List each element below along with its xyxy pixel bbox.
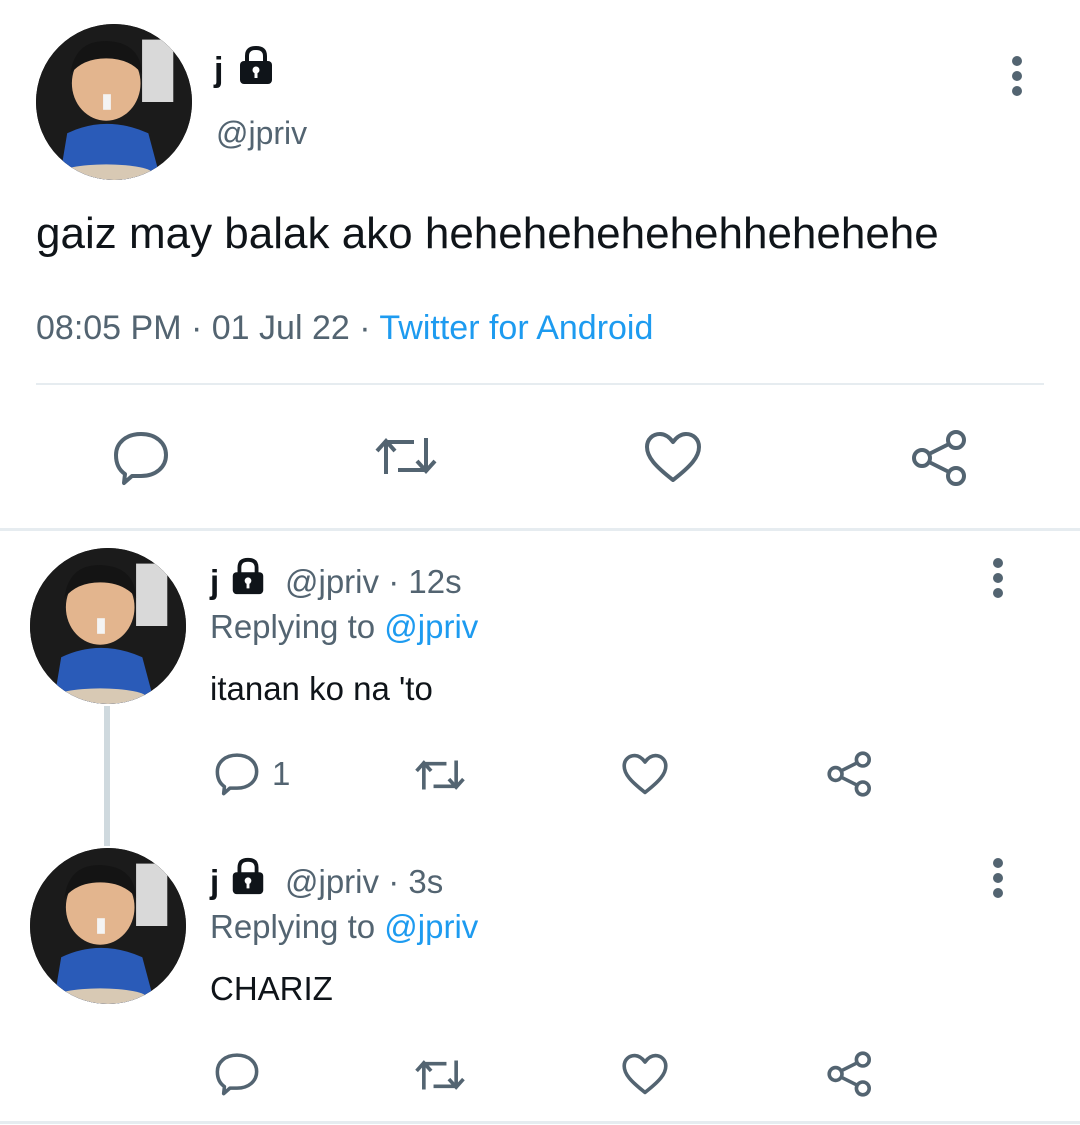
replying-to-label: Replying to bbox=[210, 608, 376, 645]
tweet-text: gaiz may balak ako hehehehehehehhehehehe bbox=[36, 209, 939, 258]
display-name: j bbox=[210, 863, 220, 900]
divider bbox=[0, 1121, 1080, 1124]
like-icon[interactable] bbox=[621, 1052, 669, 1096]
more-options-icon[interactable] bbox=[986, 858, 1010, 902]
tweet-date: 01 Jul 22 bbox=[211, 309, 350, 347]
meta-separator: · bbox=[388, 863, 400, 900]
like-icon[interactable] bbox=[621, 752, 669, 796]
reply-text: CHARIZ bbox=[210, 970, 333, 1007]
lock-icon bbox=[228, 556, 268, 596]
like-icon[interactable] bbox=[643, 430, 703, 484]
reply-text: itanan ko na 'to bbox=[210, 670, 433, 707]
timestamp: 12s bbox=[408, 563, 462, 600]
share-icon[interactable] bbox=[910, 428, 970, 488]
more-options-icon[interactable] bbox=[986, 558, 1010, 602]
reply-count: 1 bbox=[272, 755, 291, 792]
reply-icon[interactable] bbox=[112, 430, 170, 486]
meta-separator: · bbox=[359, 309, 371, 347]
retweet-icon[interactable] bbox=[412, 754, 468, 796]
share-icon[interactable] bbox=[826, 750, 874, 798]
thread-line bbox=[104, 706, 110, 846]
reply-meta: @jpriv · 12s bbox=[285, 563, 462, 601]
meta-separator: · bbox=[190, 309, 203, 347]
lock-icon bbox=[236, 44, 276, 86]
avatar[interactable] bbox=[30, 848, 186, 1004]
display-name: j bbox=[214, 51, 224, 89]
reply-icon[interactable] bbox=[214, 752, 260, 796]
handle: @jpriv bbox=[216, 115, 308, 151]
avatar-photo bbox=[30, 848, 186, 1004]
display-name: j bbox=[210, 563, 220, 600]
replying-to: Replying to @jpriv bbox=[210, 908, 478, 946]
reply-header: j bbox=[210, 563, 219, 601]
divider bbox=[36, 383, 1044, 385]
handle: @jpriv bbox=[285, 563, 380, 600]
meta-separator: · bbox=[388, 563, 400, 600]
replying-to-label: Replying to bbox=[210, 908, 376, 945]
timestamp: 3s bbox=[408, 863, 444, 900]
avatar[interactable] bbox=[36, 24, 192, 180]
avatar-photo bbox=[36, 24, 192, 180]
more-options-icon[interactable] bbox=[1005, 56, 1029, 100]
reply-header: j bbox=[210, 863, 219, 901]
tweet-time: 08:05 PM bbox=[36, 309, 182, 347]
divider bbox=[0, 528, 1080, 531]
handle: @jpriv bbox=[285, 863, 380, 900]
replying-to: Replying to @jpriv bbox=[210, 608, 478, 646]
lock-icon bbox=[228, 856, 268, 896]
tweet-meta: 08:05 PM · 01 Jul 22 · Twitter for Andro… bbox=[36, 308, 653, 348]
share-icon[interactable] bbox=[826, 1050, 874, 1098]
retweet-icon[interactable] bbox=[412, 1054, 468, 1096]
replying-to-link[interactable]: @jpriv bbox=[384, 608, 478, 645]
retweet-icon[interactable] bbox=[372, 430, 440, 482]
reply-icon[interactable] bbox=[214, 1052, 260, 1096]
reply-meta: @jpriv · 3s bbox=[285, 863, 443, 901]
avatar[interactable] bbox=[30, 548, 186, 704]
avatar-photo bbox=[30, 548, 186, 704]
replying-to-link[interactable]: @jpriv bbox=[384, 908, 478, 945]
tweet-source-link[interactable]: Twitter for Android bbox=[379, 309, 653, 347]
